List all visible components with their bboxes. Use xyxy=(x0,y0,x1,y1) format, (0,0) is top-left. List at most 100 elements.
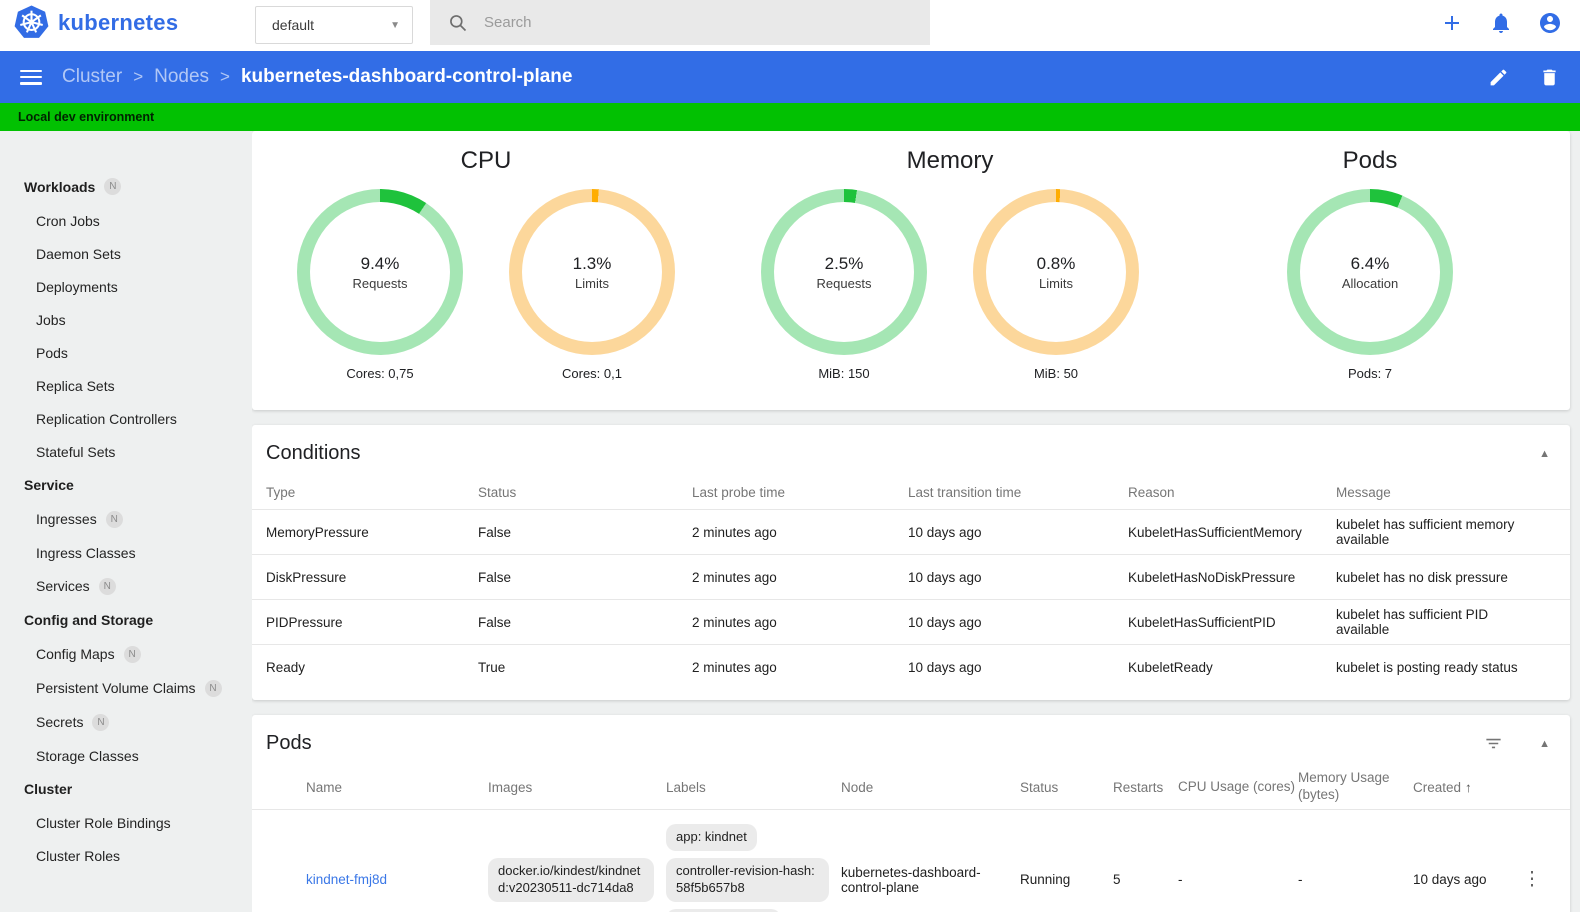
sidebar-item-stateful-sets[interactable]: Stateful Sets xyxy=(0,435,252,468)
sidebar-item-cron-jobs[interactable]: Cron Jobs xyxy=(0,204,252,237)
delete-trash-button[interactable] xyxy=(1539,67,1560,88)
column-header-memory-usage[interactable]: Memory Usage (bytes) xyxy=(1298,770,1413,804)
gauge-sublabel: Limits xyxy=(575,275,609,291)
breadcrumb-separator: > xyxy=(133,67,144,86)
memory-limits-chart: 0.8% Limits MiB: 50 xyxy=(973,189,1139,381)
sidebar-item-config-maps[interactable]: Config Maps N xyxy=(0,637,252,671)
sidebar-item-jobs[interactable]: Jobs xyxy=(0,303,252,336)
sidebar-nav: Workloads N Cron Jobs Daemon Sets Deploy… xyxy=(0,131,252,912)
gauge-percent: 9.4% xyxy=(360,253,400,273)
collapse-card-button[interactable]: ▲ xyxy=(1539,738,1550,750)
search-icon xyxy=(450,14,467,31)
sidebar-item-storage-classes[interactable]: Storage Classes xyxy=(0,739,252,772)
pod-labels: app: kindnet controller-revision-hash: 5… xyxy=(666,824,841,912)
pods-title: Pods xyxy=(266,732,312,754)
namespaced-badge: N xyxy=(105,510,123,528)
namespace-selector[interactable]: default ▼ xyxy=(255,6,413,44)
sidebar-section-service[interactable]: Service xyxy=(0,468,252,502)
header-actions xyxy=(1440,0,1562,45)
sidebar-item-daemon-sets[interactable]: Daemon Sets xyxy=(0,237,252,270)
page-title: kubernetes-dashboard-control-plane xyxy=(240,66,573,87)
table-row: kindnet-fmj8d docker.io/kindest/kindnetd… xyxy=(252,809,1570,912)
pod-label-chip: app: kindnet xyxy=(666,824,757,851)
namespaced-badge: N xyxy=(104,178,122,195)
sidebar-item-persistent-volume-claims[interactable]: Persistent Volume Claims N xyxy=(0,671,252,705)
column-header-node[interactable]: Node xyxy=(841,780,1020,795)
pods-allocation-chart: 6.4% Allocation Pods: 7 xyxy=(1287,189,1453,381)
sidebar-item-pods[interactable]: Pods xyxy=(0,336,252,369)
pod-restarts: 5 xyxy=(1113,872,1121,888)
gauge-footer: Cores: 0,1 xyxy=(562,366,622,381)
environment-banner-text: Local dev environment xyxy=(18,110,155,124)
pod-memory-usage: - xyxy=(1298,872,1303,888)
filter-icon[interactable] xyxy=(1484,734,1503,753)
user-account-button[interactable] xyxy=(1538,11,1562,35)
breadcrumb-nodes[interactable]: Nodes xyxy=(154,66,209,88)
allocation-overview-card: CPU 9.4% Requests Cores: 0,75 1.3% Limit… xyxy=(252,131,1570,410)
breadcrumb-separator: > xyxy=(220,67,230,86)
cpu-requests-donut: 9.4% Requests xyxy=(297,189,463,355)
sidebar-item-secrets[interactable]: Secrets N xyxy=(0,705,252,739)
column-header-restarts[interactable]: Restarts xyxy=(1113,780,1178,795)
namespace-selected-value: default xyxy=(272,17,315,33)
gauge-footer: Pods: 7 xyxy=(1347,366,1393,381)
main-content: CPU 9.4% Requests Cores: 0,75 1.3% Limit… xyxy=(252,131,1580,912)
sidebar-item-ingresses[interactable]: Ingresses N xyxy=(0,502,252,536)
create-plus-button[interactable] xyxy=(1440,11,1464,35)
memory-limits-donut: 0.8% Limits xyxy=(973,189,1139,355)
sidebar-section-config-and-storage[interactable]: Config and Storage xyxy=(0,603,252,637)
search-placeholder: Search xyxy=(484,14,532,31)
namespaced-badge: N xyxy=(204,679,222,697)
notifications-bell-button[interactable] xyxy=(1489,11,1513,35)
sidebar-item-replication-controllers[interactable]: Replication Controllers xyxy=(0,402,252,435)
breadcrumb: Cluster > Nodes > kubernetes-dashboard-c… xyxy=(62,66,572,88)
column-header-cpu-usage[interactable]: CPU Usage (cores) xyxy=(1178,779,1298,796)
gauge-percent: 6.4% xyxy=(1350,253,1390,273)
gauge-footer: Cores: 0,75 xyxy=(346,366,414,381)
sidebar-item-deployments[interactable]: Deployments xyxy=(0,270,252,303)
conditions-card: Conditions ▲ Type Status Last probe time… xyxy=(252,425,1570,700)
chevron-down-icon: ▼ xyxy=(390,19,400,31)
edit-pencil-button[interactable] xyxy=(1488,67,1509,88)
column-header-created[interactable]: Created ↑ xyxy=(1413,780,1520,795)
pod-name-link[interactable]: kindnet-fmj8d xyxy=(306,872,387,887)
kubernetes-logo[interactable]: kubernetes xyxy=(14,5,178,40)
column-header-last-probe-time: Last probe time xyxy=(692,484,786,500)
pods-card: Pods ▲ Name Images Labels Node Status Re… xyxy=(252,715,1570,912)
conditions-title: Conditions xyxy=(266,442,361,464)
conditions-table-header: Type Status Last probe time Last transit… xyxy=(252,475,1570,509)
sidebar-section-cluster[interactable]: Cluster xyxy=(0,772,252,806)
pod-status: Running xyxy=(1020,872,1071,888)
sidebar-item-services[interactable]: Services N xyxy=(0,569,252,603)
namespaced-badge: N xyxy=(123,645,141,663)
brand-name: kubernetes xyxy=(58,9,179,35)
sidebar-item-ingress-classes[interactable]: Ingress Classes xyxy=(0,536,252,569)
search-bar[interactable]: Search xyxy=(430,0,930,45)
breadcrumb-cluster[interactable]: Cluster xyxy=(62,66,122,88)
top-header: kubernetes default ▼ Search xyxy=(0,0,1580,51)
kubernetes-logo-icon xyxy=(14,5,49,38)
column-header-status: Status xyxy=(478,484,517,500)
sidebar-item-cluster-roles[interactable]: Cluster Roles xyxy=(0,839,252,872)
column-header-name[interactable]: Name xyxy=(306,780,488,795)
column-header-status[interactable]: Status xyxy=(1020,780,1113,795)
pod-image-chip: docker.io/kindest/kindnetd:v20230511-dc7… xyxy=(488,857,654,902)
gauge-percent: 1.3% xyxy=(572,253,612,273)
sidebar-section-workloads[interactable]: Workloads N xyxy=(0,169,252,204)
column-header-images[interactable]: Images xyxy=(488,780,666,795)
cpu-requests-chart: 9.4% Requests Cores: 0,75 xyxy=(297,189,463,381)
gauge-sublabel: Requests xyxy=(352,275,408,291)
sidebar-item-cluster-role-bindings[interactable]: Cluster Role Bindings xyxy=(0,806,252,839)
app-bar: Cluster > Nodes > kubernetes-dashboard-c… xyxy=(0,51,1580,103)
cpu-group-title: CPU xyxy=(460,147,512,174)
gauge-percent: 0.8% xyxy=(1036,253,1076,273)
gauge-sublabel: Requests xyxy=(816,275,872,291)
menu-hamburger-button[interactable] xyxy=(20,69,42,85)
column-header-type: Type xyxy=(266,484,296,500)
column-header-last-transition-time: Last transition time xyxy=(908,484,1022,500)
row-menu-kebab-button[interactable]: ⋮ xyxy=(1520,870,1556,889)
collapse-card-button[interactable]: ▲ xyxy=(1539,448,1550,460)
table-row: Ready True 2 minutes ago 10 days ago Kub… xyxy=(252,644,1570,689)
sidebar-item-replica-sets[interactable]: Replica Sets xyxy=(0,369,252,402)
pods-group-title: Pods xyxy=(1342,147,1398,174)
